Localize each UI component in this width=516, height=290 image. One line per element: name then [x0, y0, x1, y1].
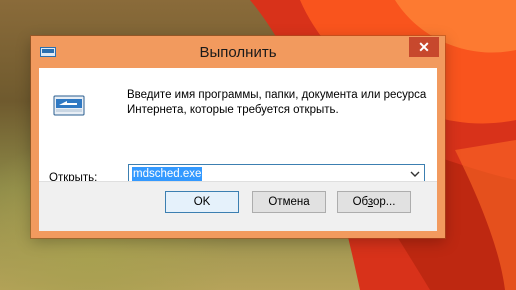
window-title: Выполнить	[199, 44, 277, 61]
run-icon	[53, 95, 85, 116]
close-icon: ✕	[418, 39, 430, 55]
chevron-down-icon[interactable]	[409, 168, 421, 180]
run-dialog: Выполнить ✕ Введите имя программы, папки…	[31, 36, 445, 238]
title-bar[interactable]: Выполнить ✕	[31, 36, 445, 68]
browse-button[interactable]: Обзор...	[337, 191, 411, 213]
browse-label-suffix: ор...	[373, 196, 396, 208]
cancel-button[interactable]: Отмена	[252, 191, 326, 213]
open-input[interactable]: mdsched.exe	[132, 167, 203, 181]
description-text: Введите имя программы, папки, документа …	[127, 89, 427, 116]
close-button[interactable]: ✕	[409, 37, 439, 57]
browse-label-prefix: Об	[352, 196, 368, 208]
ok-button[interactable]: OK	[165, 191, 239, 213]
